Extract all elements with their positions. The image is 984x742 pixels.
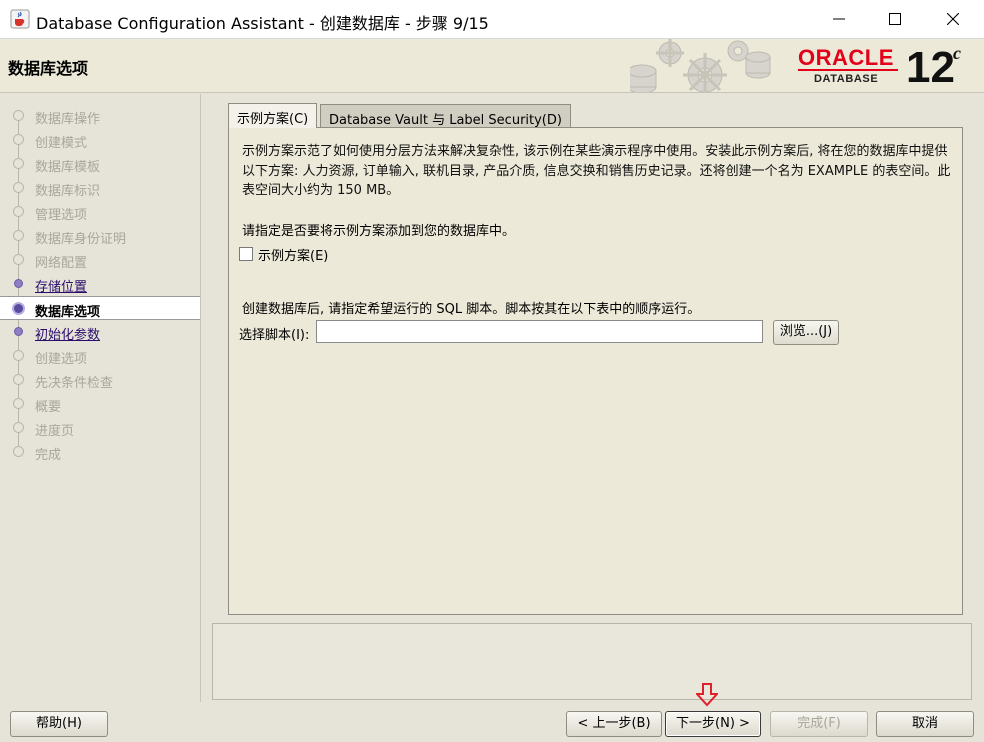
oracle-wordmark: ORACLE [798,45,894,70]
sidebar-step-label: 完成 [35,448,62,463]
sidebar-step-label: 进度页 [35,424,75,439]
sidebar-step-label: 概要 [35,400,62,415]
sample-schemas-prompt: 请指定是否要将示例方案添加到您的数据库中。 [242,224,516,239]
sidebar-step: 管理选项 [0,200,200,224]
sample-schemas-checkbox-label[interactable]: 示例方案(E) [258,245,328,264]
step-indicator-icon [12,302,25,315]
step-indicator-icon [14,279,23,288]
sidebar-step-label: 数据库操作 [35,112,101,127]
tabs-area: Database Vault 与 Label Security(D) 示例方案(… [212,101,972,615]
java-coffee-cup-icon [10,9,30,29]
select-script-label: 选择脚本(I): [239,328,310,343]
sidebar-step: 数据库标识 [0,176,200,200]
help-button[interactable]: 帮助(H) [10,711,108,737]
sidebar-step: 数据库操作 [0,104,200,128]
oracle-logo: ORACLE DATABASE [798,45,902,87]
step-indicator-icon [13,374,24,385]
sidebar-step-label: 创建选项 [35,352,88,367]
sidebar-step-label: 管理选项 [35,208,88,223]
step-indicator-icon [13,134,24,145]
cancel-button[interactable]: 取消 [876,711,974,737]
sidebar-step[interactable]: 数据库选项 [0,296,200,320]
sql-scripts-note: 创建数据库后, 请指定希望运行的 SQL 脚本。脚本按其在以下表中的顺序运行。 [242,302,701,317]
sample-schemas-checkbox[interactable] [239,247,253,261]
tab-database-vault[interactable]: Database Vault 与 Label Security(D) [320,104,571,128]
oracle-logo-rule [798,69,898,71]
sidebar-step-label[interactable]: 存储位置 [35,276,87,295]
down-arrow-annotation-icon [696,683,718,707]
sample-schemas-checkbox-row[interactable]: 示例方案(E) [239,244,328,264]
version-number: 12 [906,43,955,92]
sidebar-step: 完成 [0,440,200,464]
gears-database-illustration [630,39,771,92]
close-icon [947,13,959,25]
sidebar-step-label: 数据库标识 [35,184,101,199]
sidebar-step-label: 创建模式 [35,136,88,151]
sidebar-step: 概要 [0,392,200,416]
next-button[interactable]: 下一步(N) > [665,711,761,737]
finish-button: 完成(F) [770,711,868,737]
browse-button[interactable]: 浏览...(J) [773,320,839,345]
step-indicator-icon [14,327,23,336]
close-button[interactable] [924,0,982,38]
window-title: Database Configuration Assistant - 创建数据库… [36,14,489,33]
step-indicator-icon [13,422,24,433]
oracle-database-label: DATABASE [814,73,879,85]
sidebar-step-label[interactable]: 初始化参数 [35,324,100,343]
sidebar-step: 数据库模板 [0,152,200,176]
step-indicator-icon [13,398,24,409]
back-button[interactable]: < 上一步(B) [566,711,662,737]
maximize-icon [889,13,901,25]
tab-sample-schemas[interactable]: 示例方案(C) [228,103,318,128]
header-banner: 数据库选项 ORACLE DATABASE 12 c [0,39,984,93]
sample-schemas-description: 示例方案示范了如何使用分层方法来解决复杂性, 该示例在某些演示程序中使用。安装此… [242,144,951,198]
page-title: 数据库选项 [8,59,89,78]
sidebar-step-label: 数据库模板 [35,160,101,175]
select-script-field[interactable] [316,320,763,343]
sidebar-step: 进度页 [0,416,200,440]
sidebar-step[interactable]: 初始化参数 [0,320,200,344]
step-indicator-icon [13,350,24,361]
sidebar-step: 网络配置 [0,248,200,272]
sample-schemas-panel: 示例方案示范了如何使用分层方法来解决复杂性, 该示例在某些演示程序中使用。安装此… [228,127,963,615]
wizard-steps-sidebar: 数据库操作创建模式数据库模板数据库标识管理选项数据库身份证明 网络配置存储位置数据… [0,94,201,702]
step-indicator-icon [13,446,24,457]
step-indicator-icon [13,110,24,121]
step-indicator-icon [13,206,24,217]
step-indicator-icon [13,158,24,169]
sidebar-step: 先决条件检查 [0,368,200,392]
message-panel [212,623,972,700]
step-indicator-icon [13,230,24,241]
minimize-button[interactable] [810,0,868,38]
sidebar-step-label: 数据库身份证明 [35,232,127,247]
version-suffix: c [953,43,961,63]
step-indicator-icon [13,254,24,265]
sidebar-step[interactable]: 存储位置 [0,272,200,296]
sidebar-step: 数据库身份证明 [0,224,200,248]
sidebar-step-label[interactable]: 数据库选项 [35,301,100,320]
sidebar-step: 创建模式 [0,128,200,152]
step-indicator-icon [13,182,24,193]
title-bar: Database Configuration Assistant - 创建数据库… [0,0,984,39]
minimize-icon [833,18,845,20]
maximize-button[interactable] [866,0,924,38]
sidebar-step-label: 先决条件检查 [35,376,114,391]
sidebar-step: 创建选项 [0,344,200,368]
sidebar-step-label: 网络配置 [35,256,88,271]
